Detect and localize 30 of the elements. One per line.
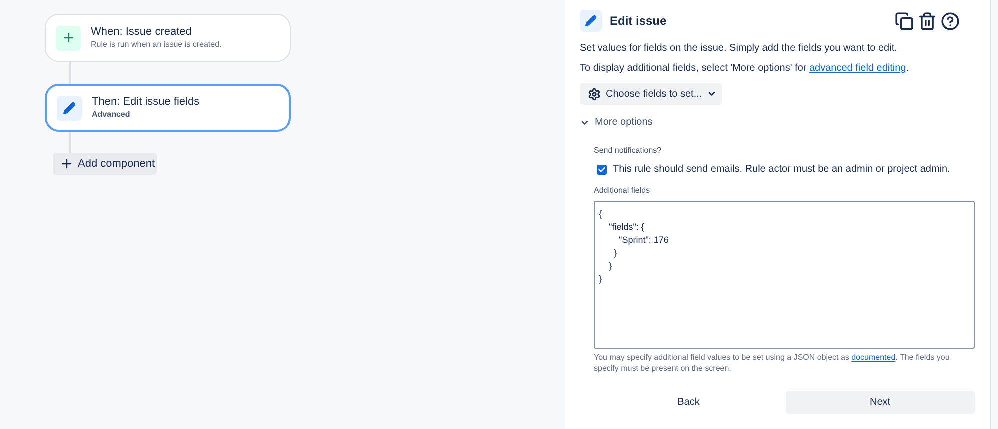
json-input-field[interactable]: { "fields": { "Sprint": 176 } } } (594, 201, 975, 349)
additional-fields-label: Additional fields (594, 185, 652, 197)
add-component-button[interactable]: Add component (53, 153, 157, 175)
rule-step-card[interactable]: When: Issue created Rule is run when an issue is created. (45, 14, 291, 62)
step-title: When: Issue created (91, 25, 193, 39)
pencil-icon (57, 96, 82, 120)
step-title: Then: Edit issue fields (92, 95, 200, 109)
plus-icon (56, 26, 81, 50)
more-options-toggle[interactable]: More options (580, 115, 653, 130)
step-subtitle: Rule is run when an issue is created. (91, 39, 222, 51)
gear-icon (588, 88, 601, 100)
trash-icon[interactable] (918, 12, 937, 30)
step-subtitle: Advanced (92, 109, 132, 121)
next-button[interactable]: Next (786, 391, 975, 414)
duplicate-icon[interactable] (895, 12, 914, 30)
pencil-icon (580, 10, 602, 32)
documented-link[interactable]: documented (852, 353, 896, 362)
checkbox-label: This rule should send emails. Rule actor must be an admin or project admin. (613, 163, 950, 177)
hint-text: To display additional fields, select 'More options' for advanced field editing. (580, 62, 910, 76)
panel-title: Edit issue (610, 13, 667, 30)
notifications-label: Send notifications? (594, 145, 663, 157)
help-text: You may specify additional field values to be set using a JSON object as documented. The fields you specify must be present on the screen. (594, 352, 951, 374)
rule-step-card[interactable]: Then: Edit issue fields Advanced (45, 84, 291, 132)
choose-fields-button[interactable]: Choose fields to set... (580, 83, 722, 105)
checkbox[interactable] (597, 164, 607, 174)
description-text: Set values for fields on the issue. Simply add the fields you want to edit. (580, 42, 898, 56)
advanced-field-editing-link[interactable]: advanced field editing (810, 63, 906, 74)
help-icon[interactable] (941, 12, 960, 30)
plus-icon (60, 157, 74, 171)
chevron-down-icon (707, 89, 718, 99)
